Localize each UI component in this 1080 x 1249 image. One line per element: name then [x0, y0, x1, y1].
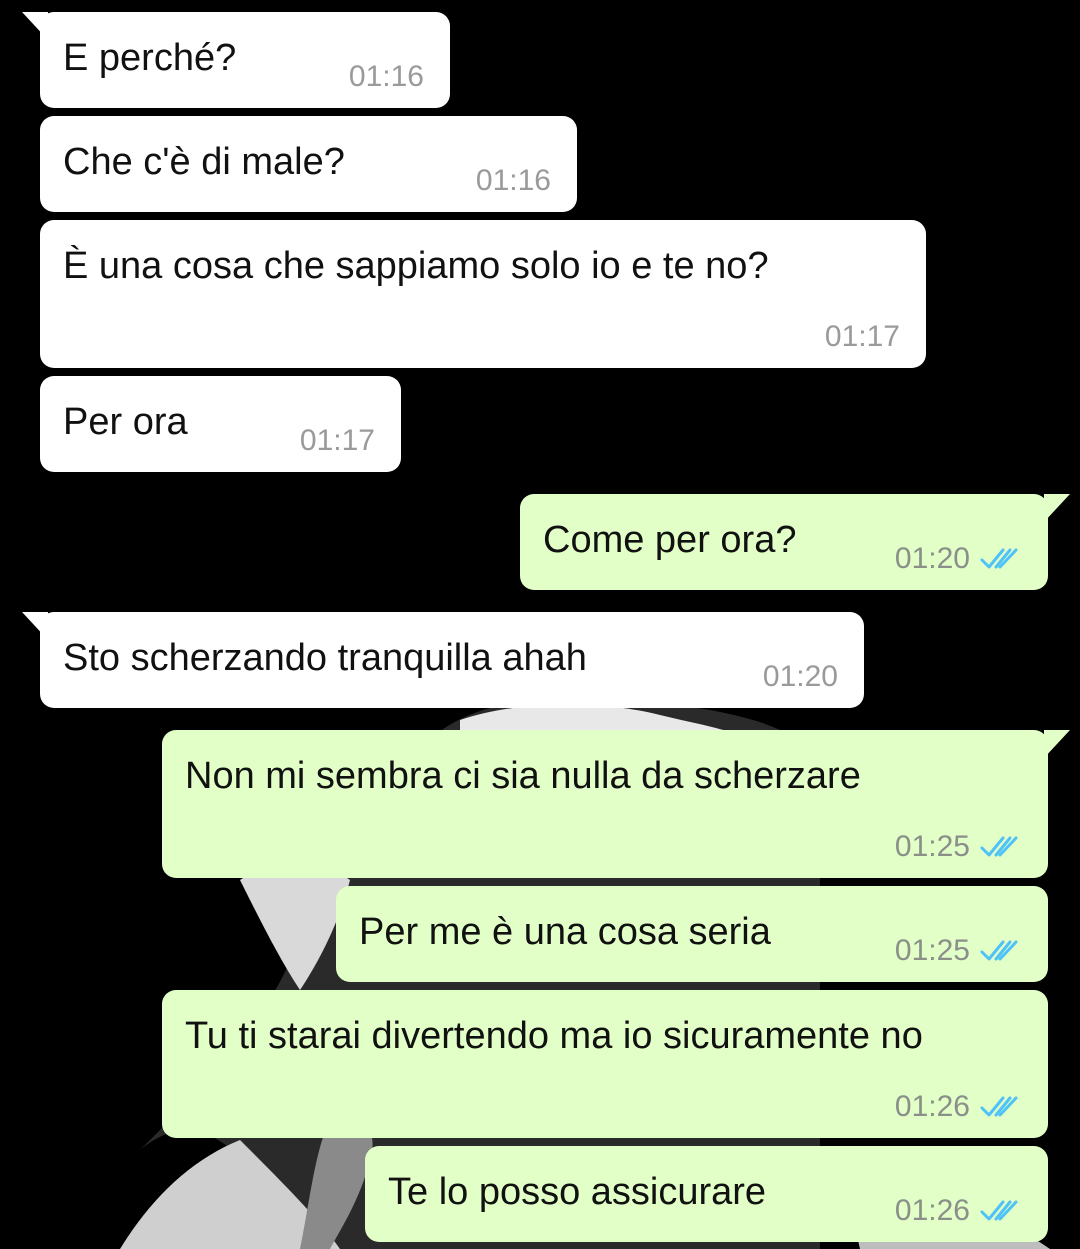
read-receipt-icon [980, 940, 1018, 961]
message-bubble-incoming[interactable]: Che c'è di male? 01:16 [40, 116, 577, 212]
read-receipt-icon [980, 1200, 1018, 1221]
message-bubble-incoming[interactable]: Sto scherzando tranquilla ahah 01:20 [22, 612, 864, 708]
message-time: 01:20 [894, 542, 970, 575]
message-time: 01:20 [762, 660, 838, 693]
message-time: 01:17 [299, 424, 375, 457]
message-meta: 01:17 [825, 320, 900, 354]
message-text: Non mi sembra ci sia nulla da scherzare [185, 755, 861, 797]
message-time: 01:25 [894, 934, 970, 967]
read-receipt-icon [980, 1096, 1018, 1117]
message-meta: 01:16 [349, 60, 424, 94]
read-receipt-icon [980, 548, 1018, 569]
message-time: 01:16 [348, 60, 424, 93]
message-time: 01:16 [475, 164, 551, 197]
bubble-tail [22, 612, 48, 640]
message-bubble-outgoing[interactable]: Per me è una cosa seria 01:25 [336, 886, 1048, 982]
message-meta: 01:20 [895, 542, 1022, 576]
message-text: Sto scherzando tranquilla ahah [63, 637, 587, 679]
message-meta: 01:17 [300, 424, 375, 458]
message-bubble-outgoing[interactable]: Te lo posso assicurare 01:26 [365, 1146, 1048, 1242]
message-bubble-outgoing[interactable]: Come per ora? 01:20 [520, 494, 1070, 590]
message-bubble-outgoing[interactable]: Tu ti starai divertendo ma io sicurament… [162, 990, 1048, 1138]
message-meta: 01:16 [476, 164, 551, 198]
bubble-tail [1044, 730, 1070, 758]
bubble-tail [1044, 494, 1070, 522]
message-bubble-incoming[interactable]: Per ora 01:17 [40, 376, 401, 472]
message-meta: 01:25 [895, 830, 1022, 864]
message-bubble-outgoing[interactable]: Non mi sembra ci sia nulla da scherzare … [162, 730, 1070, 878]
message-text: Tu ti starai divertendo ma io sicurament… [185, 1015, 923, 1057]
message-time: 01:17 [824, 320, 900, 353]
message-text: È una cosa che sappiamo solo io e te no? [63, 245, 769, 287]
read-receipt-icon [980, 836, 1018, 857]
message-meta: 01:20 [763, 660, 838, 694]
message-time: 01:26 [894, 1194, 970, 1227]
message-bubble-incoming[interactable]: E perché? 01:16 [22, 12, 450, 108]
message-meta: 01:26 [895, 1090, 1022, 1124]
message-time: 01:25 [894, 830, 970, 863]
message-meta: 01:26 [895, 1194, 1022, 1228]
bubble-tail [22, 12, 48, 40]
message-meta: 01:25 [895, 934, 1022, 968]
chat-view[interactable]: E perché? 01:16 Che c'è di male? 01:16 È… [0, 0, 1080, 1249]
message-time: 01:26 [894, 1090, 970, 1123]
message-bubble-incoming[interactable]: È una cosa che sappiamo solo io e te no?… [40, 220, 926, 368]
